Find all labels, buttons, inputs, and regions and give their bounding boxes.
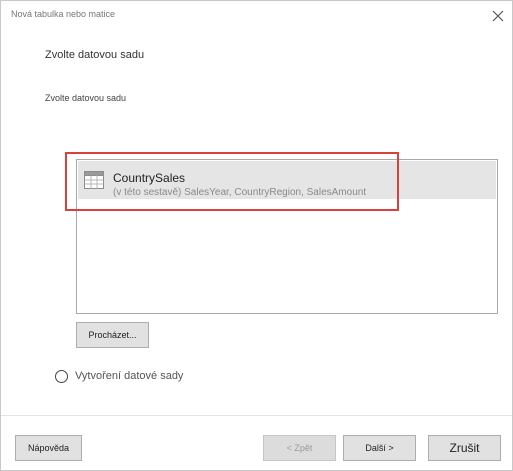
dataset-fields: (v této sestavě) SalesYear, CountryRegio…	[113, 187, 367, 198]
close-icon	[492, 10, 504, 22]
footer-divider	[1, 415, 512, 416]
dataset-name: CountrySales	[113, 171, 186, 185]
cancel-button[interactable]: Zrušit	[428, 435, 501, 461]
radio-create-dataset[interactable]	[55, 370, 68, 383]
dataset-list[interactable]: CountrySales (v této sestavě) SalesYear,…	[76, 159, 498, 314]
browse-button[interactable]: Procházet...	[76, 322, 149, 348]
list-item-countrysales[interactable]: CountrySales (v této sestavě) SalesYear,…	[78, 161, 496, 199]
next-button[interactable]: Další >	[343, 435, 416, 461]
help-button[interactable]: Nápověda	[15, 435, 82, 461]
new-table-or-matrix-dialog: Nová tabulka nebo matice Zvolte datovou …	[0, 0, 513, 471]
table-icon	[84, 171, 104, 189]
page-heading: Zvolte datovou sadu	[45, 49, 145, 61]
close-button[interactable]	[488, 6, 508, 26]
dialog-title: Nová tabulka nebo matice	[11, 9, 116, 19]
create-dataset-label: Vytvoření datové sady	[75, 370, 184, 382]
create-dataset-option[interactable]: Vytvoření datové sady	[55, 370, 235, 384]
dataset-option-label: Zvolte datovou sadu	[45, 93, 127, 103]
back-button[interactable]: < Zpět	[263, 435, 336, 461]
